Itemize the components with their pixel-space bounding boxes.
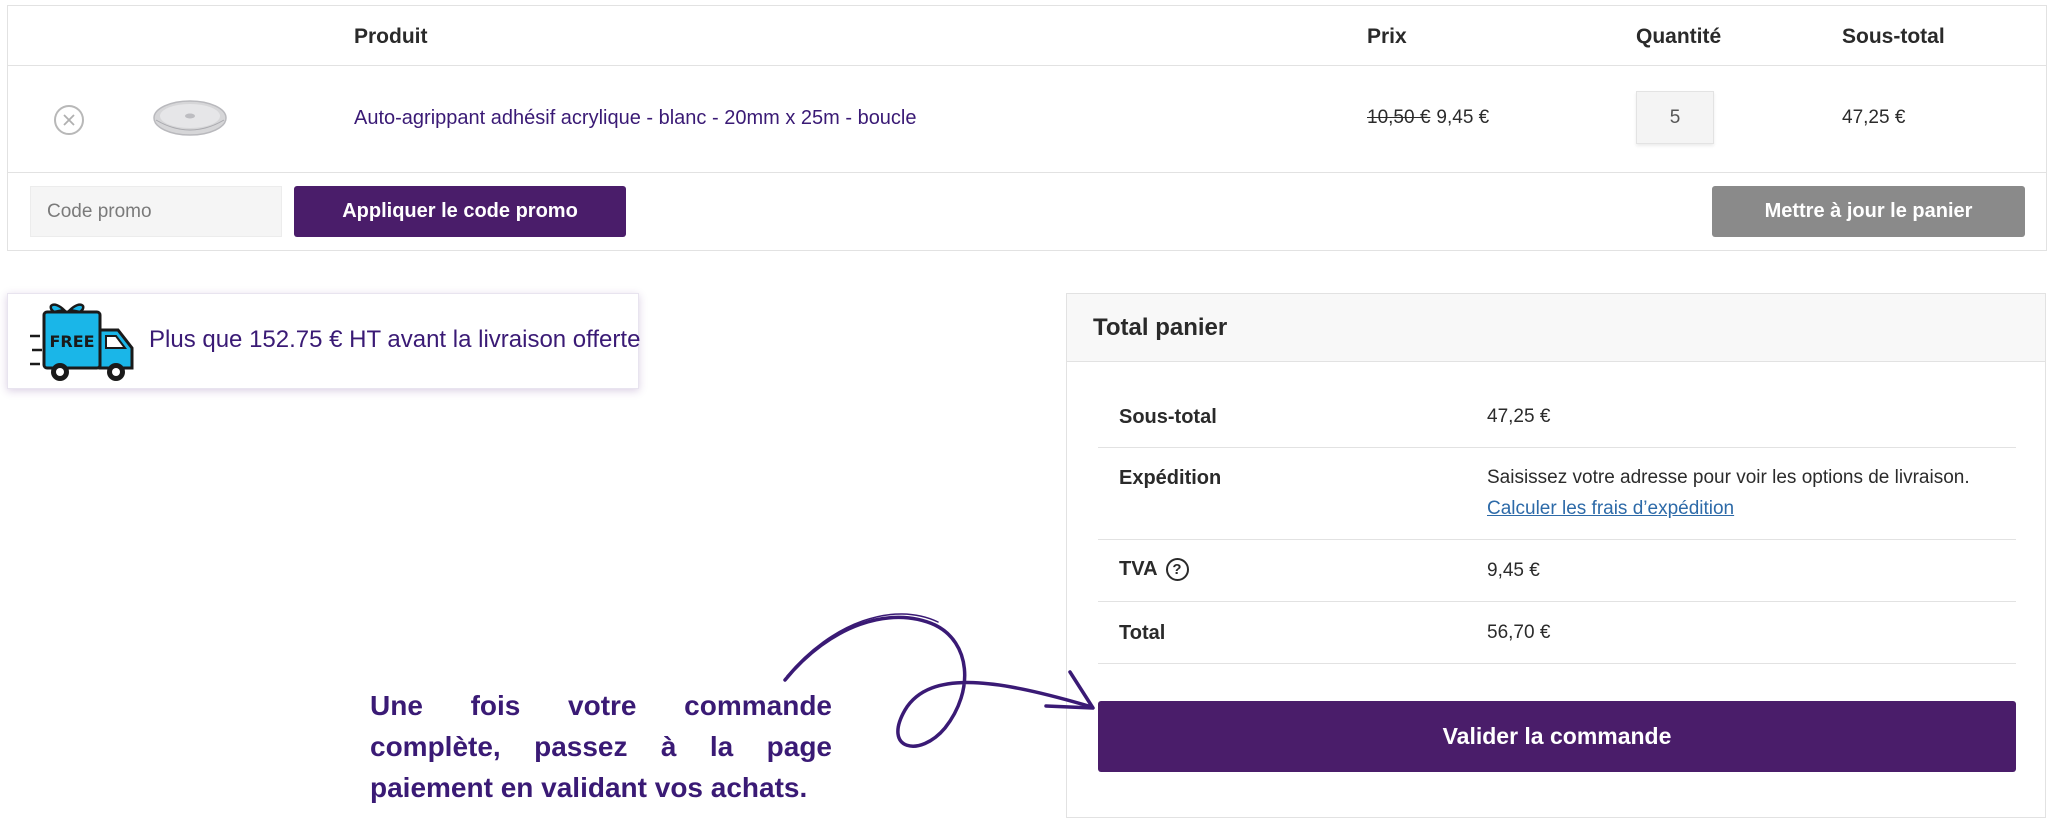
totals-row-subtotal: Sous-total 47,25 € [1098,386,2016,448]
quantity-input[interactable] [1636,91,1714,144]
cart-table-header: Produit Prix Quantité Sous-total [8,6,2046,66]
total-value: 56,70 € [1487,622,1551,643]
product-name-link[interactable]: Auto-agrippant adhésif acrylique - blanc… [354,107,917,130]
header-subtotal: Sous-total [1842,25,1945,48]
subtotal-label: Sous-total [1119,406,1217,428]
tax-label: TVA? [1119,558,1189,582]
free-shipping-banner: FREE Plus que 152.75 € HT avant la livra… [7,293,641,389]
free-delivery-truck-icon: FREE [30,303,134,381]
cart-totals-title: Total panier [1093,314,1228,341]
old-price: 10,50 € [1367,107,1431,128]
cart-table: Produit Prix Quantité Sous-total Auto-ag… [7,5,2047,251]
checkout-button[interactable]: Valider la commande [1098,701,2016,772]
totals-row-tax: TVA? 9,45 € [1098,540,2016,602]
cart-totals-header: Total panier [1067,294,2045,362]
close-icon [63,114,75,126]
hand-drawn-arrow-icon [783,613,1095,748]
truck-free-label: FREE [49,332,94,351]
header-quantity: Quantité [1636,25,1722,48]
sale-price: 9,45 € [1436,107,1490,128]
apply-coupon-button[interactable]: Appliquer le code promo [294,186,626,237]
tax-value: 9,45 € [1487,560,1540,581]
subtotal-value: 47,25 € [1487,406,1551,427]
total-label: Total [1119,622,1166,644]
coupon-code-input[interactable] [30,186,282,237]
shipping-label: Expédition [1119,467,1222,489]
header-product: Produit [354,25,428,48]
remove-item-button[interactable] [54,105,84,135]
shipping-info-text: Saisissez votre adresse pour voir les op… [1487,467,1970,488]
calculate-shipping-link[interactable]: Calculer les frais d’expédition [1487,498,1734,520]
totals-row-shipping: Expédition Saisissez votre adresse pour … [1098,448,2016,540]
update-cart-button[interactable]: Mettre à jour le panier [1712,186,2025,237]
totals-row-total: Total 56,70 € [1098,602,2016,664]
checkout-hint-text: Une fois votre commande complète, passez… [370,690,832,803]
cart-item-row: Auto-agrippant adhésif acrylique - blanc… [8,66,2046,173]
cart-totals-panel: Total panier Sous-total 47,25 € Expéditi… [1066,293,2046,818]
product-thumbnail[interactable] [150,88,230,150]
header-price: Prix [1367,25,1407,48]
item-subtotal: 47,25 € [1842,107,1906,128]
item-price: 10,50 €9,45 € [1367,107,1489,129]
help-icon[interactable]: ? [1165,558,1189,582]
tax-label-text: TVA [1119,558,1158,580]
free-shipping-text: Plus que 152.75 € HT avant la livraison … [149,326,641,353]
